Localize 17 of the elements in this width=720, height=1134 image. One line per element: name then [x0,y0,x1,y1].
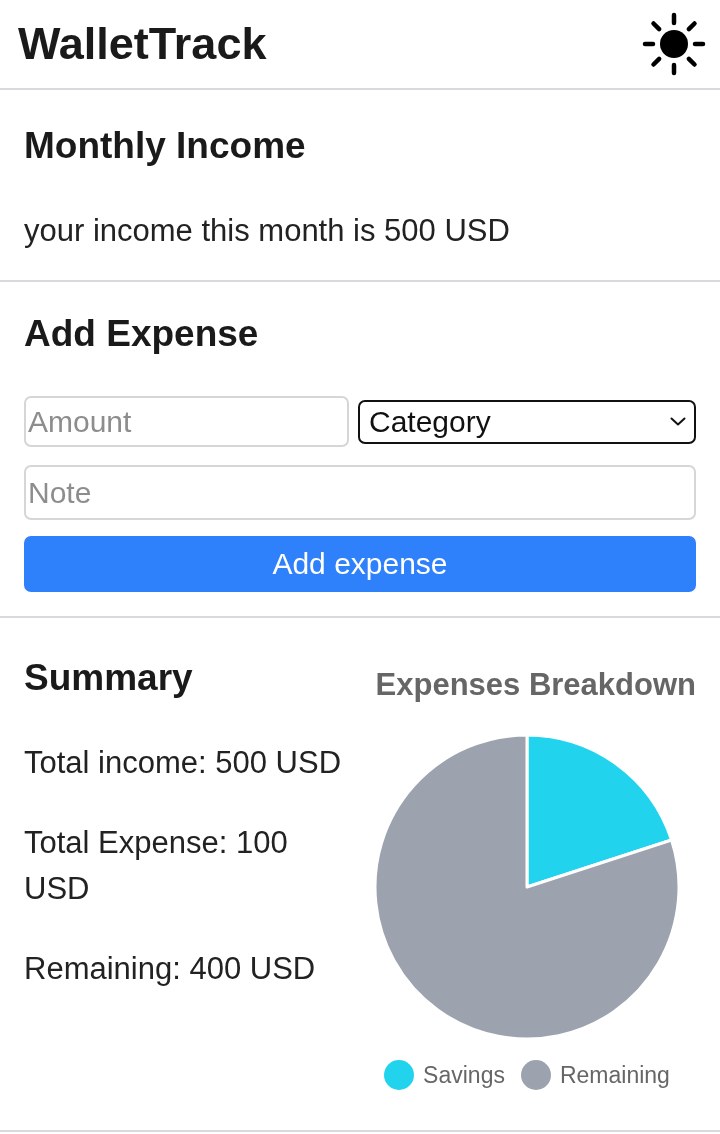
section-heading: Add Expense [24,312,260,356]
summary-line: Total income: 500 USD [24,744,343,782]
amount-input[interactable]: Amount [24,396,349,447]
section-heading: Summary [24,656,194,700]
note-input[interactable]: Note [24,465,696,520]
chevron-down-icon [670,417,686,426]
legend-label: Remaining [559,1061,670,1090]
category-select[interactable]: Category [358,399,696,444]
sun-icon[interactable] [642,12,706,76]
summary-line: Remaining: 400 USD [24,950,317,988]
income-text: your income this month is 500 USD [24,212,511,250]
section-heading: Monthly Income [24,124,307,168]
legend-label: Savings [423,1061,505,1090]
add-expense-button[interactable]: Add expense [24,536,696,592]
chart-title: Expenses Breakdown [375,666,696,704]
app-title: WalletTrack [18,18,267,70]
summary-line: Total Expense: 100 USD [24,824,289,908]
